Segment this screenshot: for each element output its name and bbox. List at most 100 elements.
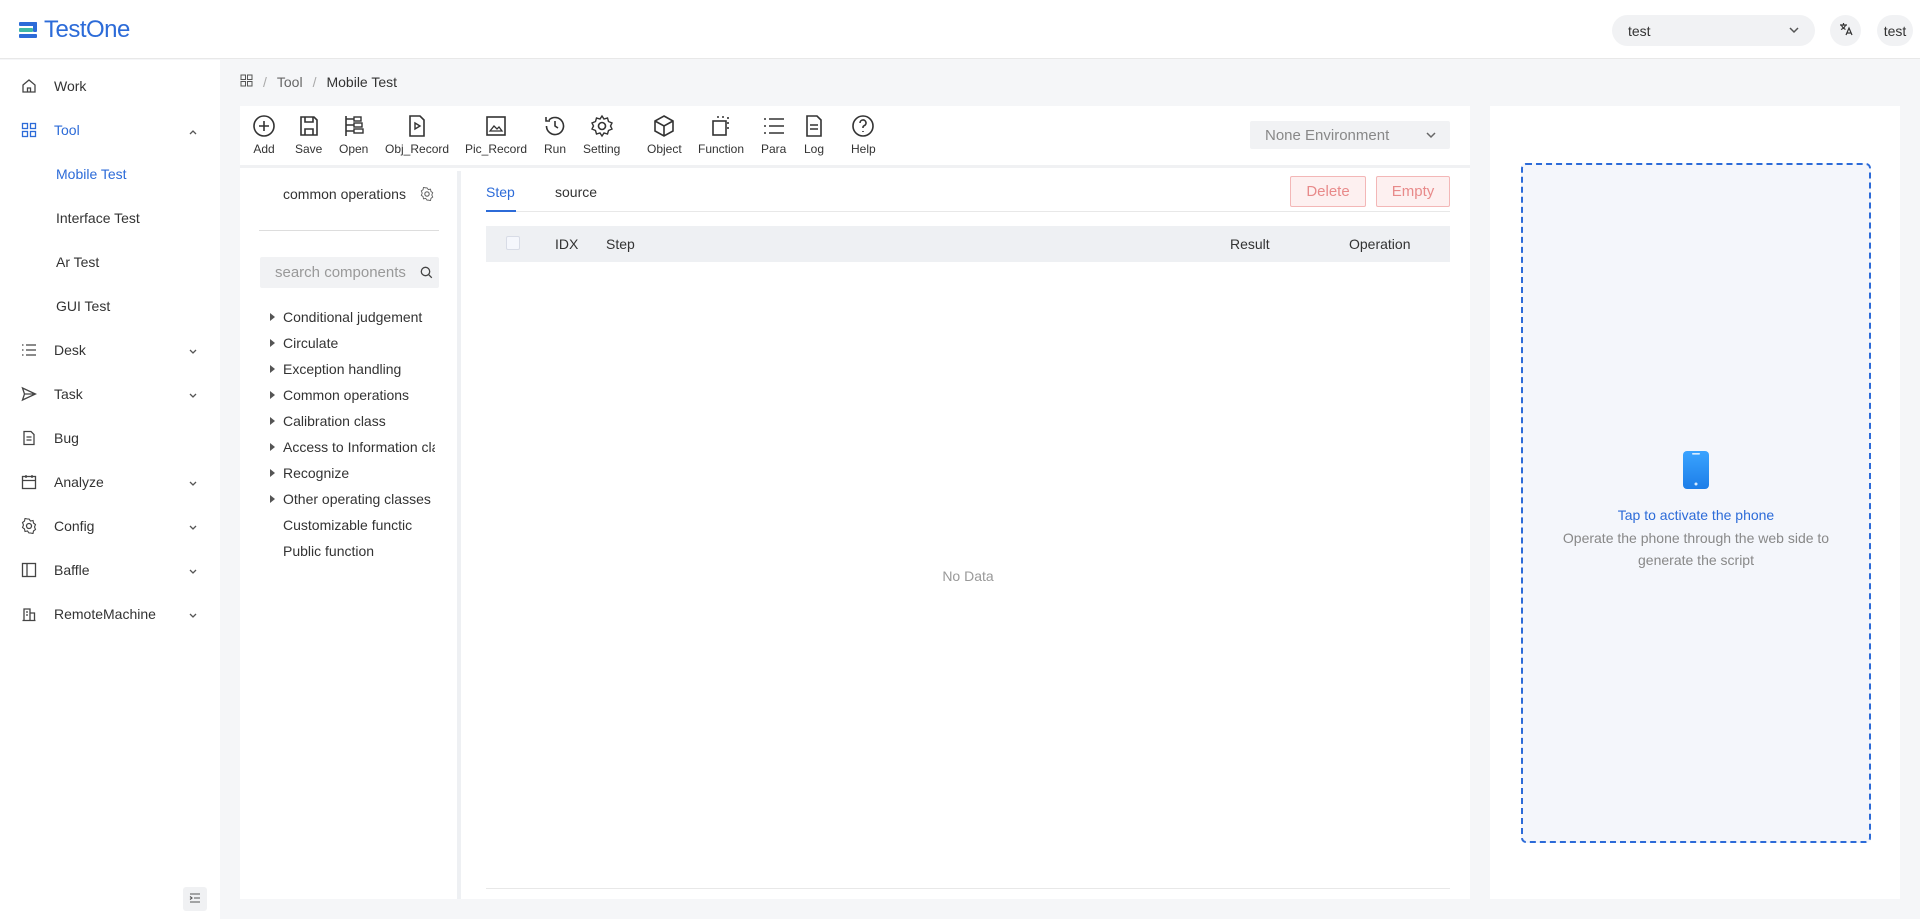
chevron-down-icon (1424, 128, 1438, 146)
empty-button[interactable]: Empty (1376, 176, 1450, 207)
project-select-value: test (1628, 22, 1651, 39)
document-icon (21, 430, 37, 446)
caret-right-icon[interactable] (270, 443, 275, 451)
add-button[interactable]: Add (252, 114, 276, 156)
sidebar: Work Tool Mobile Test Interface Test Ar … (0, 60, 220, 919)
sidebar-item-task[interactable]: Task (0, 376, 220, 412)
sidebar-item-remotemachine[interactable]: RemoteMachine (0, 596, 220, 632)
column-header-result: Result (1230, 236, 1270, 252)
pic-record-label: Pic_Record (465, 142, 528, 156)
chevron-down-icon (188, 608, 198, 624)
main-panel: Add Save Open Obj_Record Pic_Record Run … (240, 106, 1470, 899)
gear-icon[interactable] (420, 186, 434, 204)
tab-source[interactable]: source (555, 184, 597, 200)
breadcrumb-item-tool[interactable]: Tool (277, 74, 303, 90)
empty-label: Empty (1391, 183, 1435, 200)
caret-right-icon[interactable] (270, 339, 275, 347)
tree-item-calibration-class[interactable]: Calibration class (283, 413, 435, 429)
sidebar-item-work[interactable]: Work (0, 68, 220, 104)
tree-item-common-operations[interactable]: Common operations (283, 387, 435, 403)
sidebar-subitem-label: Interface Test (56, 210, 140, 226)
caret-right-icon[interactable] (270, 365, 275, 373)
delete-button[interactable]: Delete (1290, 176, 1366, 207)
breadcrumb-item-current: Mobile Test (326, 74, 398, 90)
object-button[interactable]: Object (647, 114, 682, 156)
divider (259, 230, 439, 231)
cube-icon (654, 115, 675, 137)
sidebar-item-baffle[interactable]: Baffle (0, 552, 220, 588)
tree-item-recognize[interactable]: Recognize (283, 465, 435, 481)
environment-select[interactable]: None Environment (1250, 121, 1450, 149)
sidebar-item-label: Config (54, 518, 95, 534)
caret-right-icon[interactable] (270, 313, 275, 321)
app-logo[interactable]: TestOne (18, 16, 130, 44)
run-button[interactable]: Run (543, 114, 567, 156)
column-header-step: Step (606, 236, 635, 252)
caret-right-icon[interactable] (270, 391, 275, 399)
sidebar-item-label: Baffle (54, 562, 90, 578)
para-button[interactable]: Para (761, 114, 786, 156)
environment-select-value: None Environment (1265, 126, 1390, 144)
tree-item-circulate[interactable]: Circulate (283, 335, 435, 351)
component-group-title[interactable]: common operations (283, 186, 406, 202)
tree-item-access-to-information[interactable]: Access to Information cla (283, 439, 435, 455)
log-label: Log (803, 142, 825, 156)
apps-icon[interactable] (240, 74, 253, 90)
select-all-checkbox[interactable] (506, 236, 520, 250)
project-select[interactable]: test (1612, 15, 1815, 46)
function-label: Function (698, 142, 745, 156)
sidebar-subitem-gui-test[interactable]: GUI Test (0, 288, 220, 324)
setting-button[interactable]: Setting (583, 114, 620, 156)
obj-record-button[interactable]: Obj_Record (385, 114, 449, 156)
sidebar-item-label: RemoteMachine (54, 606, 156, 622)
table-bottom-border (486, 888, 1450, 889)
save-label: Save (295, 142, 323, 156)
pic-record-button[interactable]: Pic_Record (465, 114, 527, 156)
save-icon (299, 116, 318, 136)
tree-item-exception-handling[interactable]: Exception handling (283, 361, 435, 377)
save-button[interactable]: Save (295, 114, 322, 156)
language-button[interactable] (1830, 15, 1861, 46)
breadcrumb-separator: / (263, 74, 267, 90)
tab-step[interactable]: Step (486, 184, 515, 200)
caret-right-icon[interactable] (270, 469, 275, 477)
user-name: test (1883, 22, 1907, 39)
steps-table-header: IDX Step Result Operation (486, 226, 1450, 262)
activate-phone-area[interactable]: Tap to activate the phone Operate the ph… (1521, 163, 1871, 843)
tree-item-conditional-judgement[interactable]: Conditional judgement (283, 309, 435, 325)
sidebar-subitem-mobile-test[interactable]: Mobile Test (0, 156, 220, 192)
sidebar-item-tool[interactable]: Tool (0, 112, 220, 148)
help-label: Help (851, 142, 876, 156)
log-icon (806, 115, 822, 137)
sidebar-item-bug[interactable]: Bug (0, 420, 220, 456)
obj-record-label: Obj_Record (385, 142, 450, 156)
sidebar-item-analyze[interactable]: Analyze (0, 464, 220, 500)
column-header-operation: Operation (1349, 236, 1411, 252)
sidebar-subitem-label: Ar Test (56, 254, 100, 270)
sidebar-subitem-ar-test[interactable]: Ar Test (0, 244, 220, 280)
component-search-input[interactable] (260, 257, 410, 288)
sidebar-subitem-interface-test[interactable]: Interface Test (0, 200, 220, 236)
sidebar-item-label: Desk (54, 342, 86, 358)
hierarchy-icon (344, 116, 364, 136)
function-button[interactable]: Function (698, 114, 744, 156)
tree-item-public-function[interactable]: Public function (283, 543, 435, 559)
caret-right-icon[interactable] (270, 495, 275, 503)
calendar-icon (21, 474, 37, 490)
caret-right-icon[interactable] (270, 417, 275, 425)
tree-item-customizable-function[interactable]: Customizable functic (283, 517, 435, 533)
user-menu[interactable]: test (1877, 15, 1913, 46)
sidebar-item-label: Bug (54, 430, 79, 446)
collapse-sidebar-button[interactable] (183, 887, 207, 911)
tabs-divider (486, 211, 1450, 212)
tree-item-other-operating-classes[interactable]: Other operating classes (283, 491, 435, 507)
open-button[interactable]: Open (339, 114, 368, 156)
sidebar-item-desk[interactable]: Desk (0, 332, 220, 368)
toolbar: Add Save Open Obj_Record Pic_Record Run … (240, 106, 1470, 168)
sidebar-item-config[interactable]: Config (0, 508, 220, 544)
phone-panel: Tap to activate the phone Operate the ph… (1490, 106, 1900, 899)
help-button[interactable]: Help (851, 114, 876, 156)
delete-label: Delete (1306, 183, 1350, 200)
search-icon[interactable] (420, 266, 433, 282)
log-button[interactable]: Log (802, 114, 826, 156)
